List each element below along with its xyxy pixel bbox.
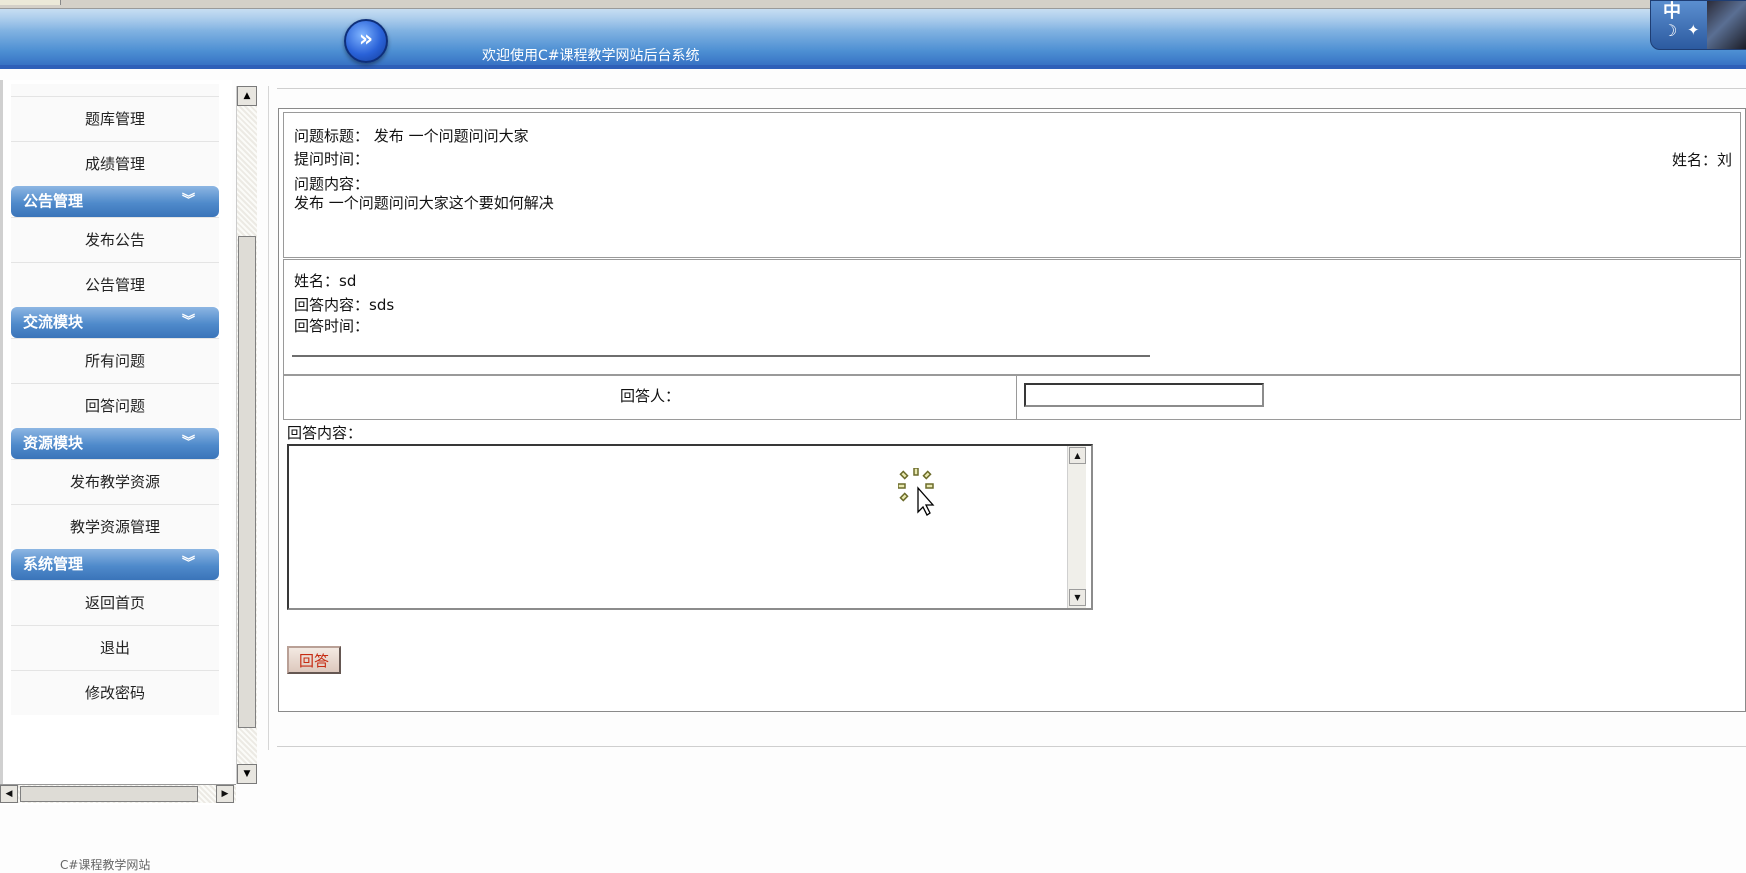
sidebar-group-communication[interactable]: 交流模块 ︾ [11,307,219,338]
chevron-down-icon: ︾ [181,314,195,329]
sidebar-item-grades[interactable]: 成绩管理 [11,141,219,186]
sidebar-group-resources[interactable]: 资源模块 ︾ [11,428,219,459]
question-title-value: 发布 一个问题问问大家 [373,127,529,145]
sidebar-item-announcement-management[interactable]: 公告管理 [11,262,219,307]
answer-time-label: 回答时间： [294,317,370,335]
ime-toolbar[interactable]: 中 ☽ ✦ [1650,0,1746,50]
sidebar-menu: 题库管理 成绩管理 公告管理 ︾ 发布公告 公告管理 交流模块 ︾ 所有问题 回… [11,84,219,715]
sidebar-group-title: 系统管理 [23,555,84,573]
scrollbar-thumb[interactable] [20,786,198,802]
sidebar-group-announcements[interactable]: 公告管理 ︾ [11,186,219,217]
answer-content-value: sds [369,296,395,314]
nav-forward-button[interactable]: » [344,19,388,63]
scroll-up-icon[interactable]: ▲ [1069,447,1086,464]
reply-content-label: 回答内容： [287,424,363,442]
shirt-icon[interactable]: ✦ [1687,21,1700,39]
sidebar-item-publish-resource[interactable]: 发布教学资源 [11,459,219,504]
sidebar-horizontal-scrollbar[interactable]: ◀ ▶ [0,784,236,803]
avatar [1707,1,1746,49]
responder-input[interactable] [1024,383,1264,407]
answer-content-label: 回答内容： [294,296,370,314]
scrollbar-thumb[interactable] [238,236,256,728]
chevron-down-icon: ︾ [181,556,195,571]
question-detail-panel: 问题标题： 发布 一个问题问问大家 提问时间： 姓名：刘 问题内容： 发布 一个… [278,108,1746,712]
header-banner: » 欢迎使用C#课程教学网站后台系统 [0,9,1746,69]
scroll-up-icon[interactable]: ▲ [237,86,257,106]
answer-box: 姓名：sd 回答内容：sds 回答时间： [283,259,1741,375]
question-title-label: 问题标题： [294,127,370,145]
sidebar-group-system[interactable]: 系统管理 ︾ [11,549,219,580]
sidebar-item-resource-management[interactable]: 教学资源管理 [11,504,219,549]
question-time-label: 提问时间： [294,150,370,168]
question-box: 问题标题： 发布 一个问题问问大家 提问时间： 姓名：刘 问题内容： 发布 一个… [283,112,1741,258]
moon-icon[interactable]: ☽ [1663,21,1677,40]
question-content-label: 问题内容： [294,175,370,193]
sidebar-group-title: 公告管理 [23,192,84,210]
chevron-down-icon: ︾ [181,435,195,450]
welcome-text: 欢迎使用C#课程教学网站后台系统 [482,48,700,64]
asker-name-value: 刘 [1716,151,1732,169]
responder-label: 回答人： [284,376,1017,419]
sidebar-item-change-password[interactable]: 修改密码 [11,670,219,715]
sidebar-group-title: 资源模块 [23,434,84,452]
sidebar-item-publish-announcement[interactable]: 发布公告 [11,217,219,262]
answer-name-label: 姓名： [294,272,340,290]
asker-name-label: 姓名： [1671,151,1717,169]
sidebar-vertical-scrollbar[interactable]: ▲ ▼ [236,86,257,784]
chevron-down-icon: ︾ [181,193,195,208]
question-content-value: 发布 一个问题问问大家这个要如何解决 [294,194,554,212]
window-tab[interactable] [0,0,61,5]
reply-content-textarea[interactable] [287,444,1093,610]
ime-language-icon[interactable]: 中 [1663,0,1681,23]
busy-cursor-icon [898,468,935,516]
scroll-right-icon[interactable]: ▶ [216,785,234,803]
scroll-down-icon[interactable]: ▼ [1069,589,1086,606]
sidebar-item-question-bank[interactable]: 题库管理 [11,96,219,141]
window-top-strip [0,0,1746,9]
answer-divider [292,355,1150,357]
sidebar-cutoff-text: C#课程教学网站 [60,858,151,872]
sidebar-item-answer-questions[interactable]: 回答问题 [11,383,219,428]
responder-row: 回答人： [283,375,1741,420]
sidebar-item-logout[interactable]: 退出 [11,625,219,670]
submit-answer-button[interactable]: 回答 [287,646,341,674]
sidebar-item-home[interactable]: 返回首页 [11,580,219,625]
sidebar-group-title: 交流模块 [23,313,84,331]
scroll-left-icon[interactable]: ◀ [0,785,18,803]
scroll-down-icon[interactable]: ▼ [237,764,257,784]
sidebar-item-all-questions[interactable]: 所有问题 [11,338,219,383]
textarea-scrollbar[interactable]: ▲ ▼ [1067,446,1086,608]
answer-name-value: sd [339,272,357,290]
sidebar: 题库管理 成绩管理 公告管理 ︾ 发布公告 公告管理 交流模块 ︾ 所有问题 回… [0,80,232,872]
